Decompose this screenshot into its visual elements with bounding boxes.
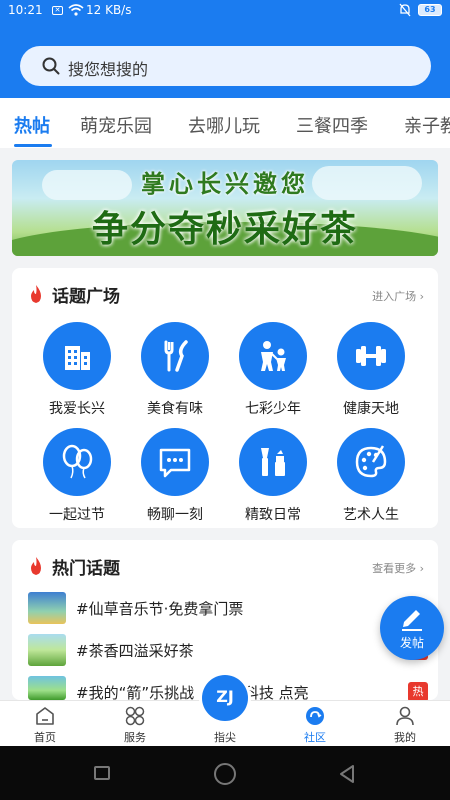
chevron-right-icon: › [419, 562, 424, 575]
tab-pets[interactable]: 萌宠乐园 [80, 112, 152, 138]
chevron-right-icon: › [419, 290, 424, 303]
search-placeholder: 搜您想搜的 [68, 60, 149, 79]
nav-service[interactable]: 服务 [105, 705, 165, 745]
topic-label: 七彩少年 [245, 401, 301, 417]
fork-knife-icon [164, 340, 188, 372]
tab-where-to-go[interactable]: 去哪儿玩 [188, 112, 260, 138]
topic-thumbnail [28, 592, 66, 624]
notification-x-icon: ✕ [52, 6, 63, 15]
category-tabs: 热帖 萌宠乐园 去哪儿玩 三餐四季 亲子教 [0, 98, 450, 148]
tab-meals[interactable]: 三餐四季 [296, 112, 368, 138]
topic-label: 畅聊一刻 [147, 507, 203, 523]
dumbbell-icon [356, 346, 386, 366]
topic-label: 我爱长兴 [49, 401, 105, 417]
hot-topic-text: #仙草音乐节·免费拿门票 [76, 600, 244, 618]
topic-item[interactable]: 一起过节 [32, 428, 122, 524]
topic-thumbnail [28, 676, 66, 700]
topic-label: 精致日常 [245, 507, 301, 523]
edit-icon [402, 610, 422, 631]
hot-topic-row[interactable]: #仙草音乐节·免费拿门票 [28, 592, 428, 628]
topic-item[interactable]: 健康天地 [326, 322, 416, 418]
recent-apps-icon[interactable] [94, 766, 110, 780]
nav-mine[interactable]: 我的 [375, 705, 435, 745]
nav-label: 我的 [394, 731, 416, 744]
user-icon [396, 706, 414, 726]
nav-home[interactable]: 首页 [15, 705, 75, 745]
family-icon [261, 341, 286, 371]
nav-label: 服务 [124, 731, 146, 744]
nav-community[interactable]: 社区 [285, 705, 345, 745]
tab-parenting[interactable]: 亲子教 [404, 112, 450, 138]
fingertip-center-button[interactable]: ZJ [199, 672, 251, 724]
wifi-icon [68, 4, 84, 19]
cosmetics-icon [261, 448, 285, 476]
new-post-label: 发帖 [399, 636, 424, 650]
search-bar[interactable]: 搜您想搜的 [20, 46, 431, 86]
topic-label: 健康天地 [343, 401, 399, 417]
topic-item[interactable]: 畅聊一刻 [130, 428, 220, 524]
topic-square-title: 话题广场 [52, 287, 120, 307]
nav-label: 首页 [34, 731, 56, 744]
fire-icon [31, 285, 41, 303]
status-time: 10:21 [8, 3, 43, 17]
topic-item[interactable]: 七彩少年 [228, 322, 318, 418]
home-icon [36, 707, 54, 725]
topic-item[interactable]: 我爱长兴 [32, 322, 122, 418]
bell-muted-icon [398, 3, 412, 20]
app-header: 10:21 ✕ 12 KB/s 63 搜您想搜的 [0, 0, 450, 98]
hot-badge: 热 [408, 682, 428, 702]
community-icon [306, 707, 324, 725]
hot-topic-row[interactable]: #茶香四溢采好茶 热 [28, 634, 428, 670]
balloon-icon [62, 444, 93, 479]
view-more-label: 查看更多 [372, 562, 417, 575]
system-nav-bar [0, 746, 450, 800]
hot-topic-text: #茶香四溢采好茶 [76, 642, 194, 660]
new-post-button[interactable]: 发帖 [380, 596, 444, 660]
promo-banner[interactable]: 掌心长兴邀您 争分夺秒采好茶 [12, 160, 438, 256]
topic-square-card: 话题广场 进入广场 › 我爱长兴 美食有味 七彩少年 健康天地 一起过节 畅聊一… [12, 268, 438, 528]
network-speed: 12 KB/s [86, 3, 132, 17]
chat-icon [159, 448, 191, 478]
battery-indicator: 63 [418, 4, 442, 16]
topic-item[interactable]: 艺术人生 [326, 428, 416, 524]
view-more-link[interactable]: 查看更多 › [372, 560, 424, 576]
grid-icon [125, 706, 145, 726]
status-bar: 10:21 ✕ 12 KB/s 63 [0, 0, 450, 22]
palette-icon [355, 445, 387, 478]
enter-square-link[interactable]: 进入广场 › [372, 288, 424, 304]
topic-thumbnail [28, 634, 66, 666]
fingertip-logo-icon: ZJ [202, 675, 248, 721]
topic-item[interactable]: 精致日常 [228, 428, 318, 524]
back-icon[interactable] [338, 764, 356, 784]
nav-label: 指尖 [214, 731, 236, 744]
search-icon [42, 57, 60, 75]
fire-icon [31, 557, 41, 575]
tab-hot-posts[interactable]: 热帖 [14, 112, 50, 138]
enter-square-label: 进入广场 [372, 290, 417, 303]
hot-topics-title: 热门话题 [52, 559, 120, 579]
nav-label: 社区 [304, 731, 326, 744]
topic-label: 美食有味 [147, 401, 203, 417]
banner-line1: 掌心长兴邀您 [141, 170, 309, 198]
building-icon [65, 346, 90, 370]
active-tab-indicator [14, 144, 52, 147]
home-button-icon[interactable] [214, 763, 236, 785]
topic-label: 艺术人生 [343, 507, 399, 523]
banner-line2: 争分夺秒采好茶 [91, 209, 358, 250]
topic-item[interactable]: 美食有味 [130, 322, 220, 418]
topic-label: 一起过节 [49, 507, 105, 523]
